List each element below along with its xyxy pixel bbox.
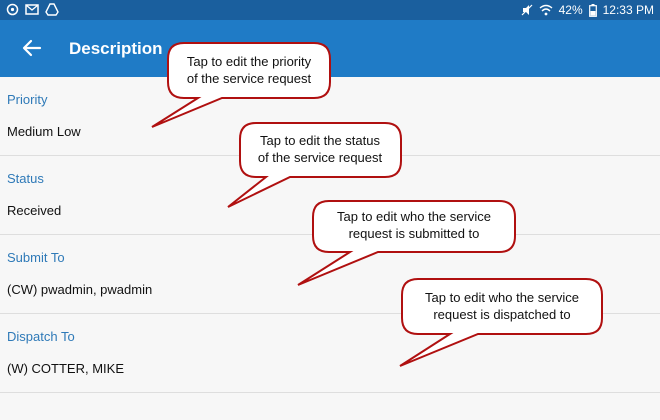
callout-dispatch-to: Tap to edit who the service request is d…: [399, 278, 603, 367]
callout-priority-line1: Tap to edit the priority: [187, 54, 312, 69]
callout-dispatch-to-line2: request is dispatched to: [433, 307, 570, 322]
callout-priority: Tap to edit the priority of the service …: [151, 42, 331, 128]
callout-dispatch-to-line1: Tap to edit who the service: [425, 290, 579, 305]
callout-status: Tap to edit the status of the service re…: [227, 122, 402, 208]
callout-priority-line2: of the service request: [187, 71, 312, 86]
callout-submit-to: Tap to edit who the service request is s…: [297, 200, 516, 286]
callout-submit-to-line2: request is submitted to: [349, 226, 480, 241]
annotation-layer: Tap to edit the priority of the service …: [151, 42, 603, 367]
callout-status-line1: Tap to edit the status: [260, 133, 380, 148]
callout-status-line2: of the service request: [258, 150, 383, 165]
callout-submit-to-line1: Tap to edit who the service: [337, 209, 491, 224]
